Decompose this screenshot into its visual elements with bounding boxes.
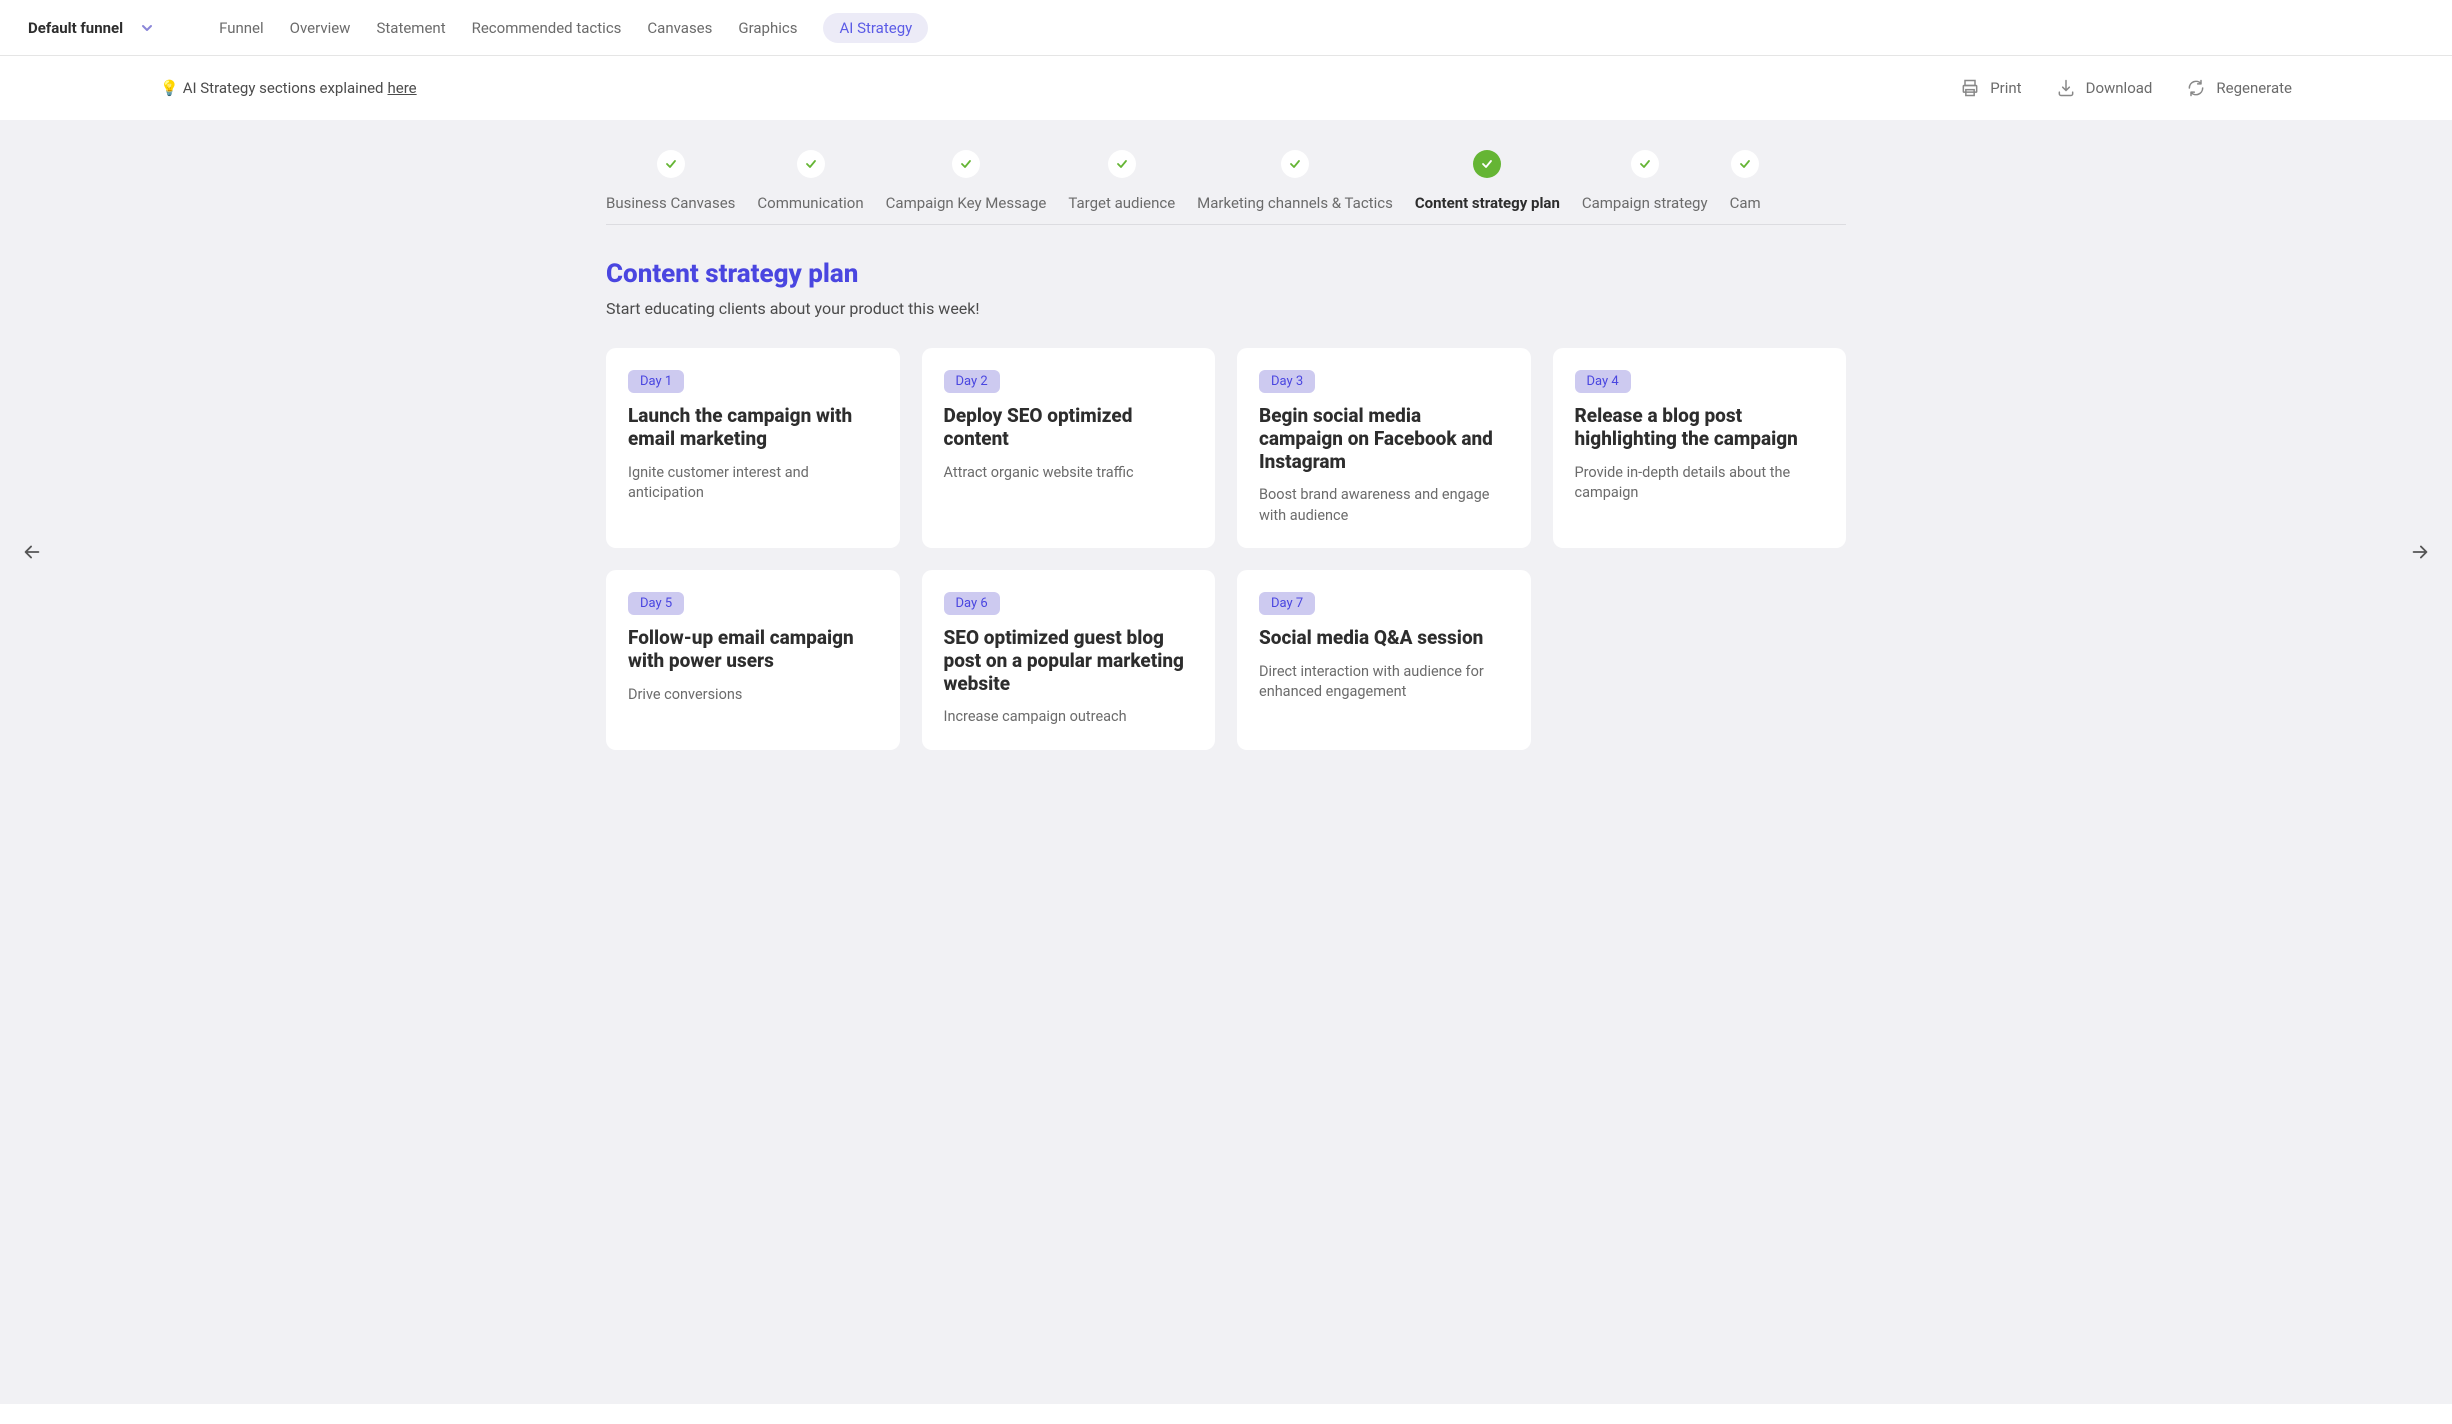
step-label: Content strategy plan	[1415, 194, 1560, 212]
main-tabs: Funnel Overview Statement Recommended ta…	[219, 13, 928, 43]
step-label: Communication	[757, 194, 863, 212]
card-desc: Boost brand awareness and engage with au…	[1259, 485, 1509, 526]
content-wrap: Business Canvases Communication Campaign…	[606, 150, 1846, 750]
actions: Print Download Regenerate	[1960, 78, 2292, 98]
day-badge: Day 4	[1575, 370, 1631, 393]
funnel-selector[interactable]: Default funnel	[28, 19, 153, 37]
card-desc: Ignite customer interest and anticipatio…	[628, 463, 878, 504]
step-label: Marketing channels & Tactics	[1197, 194, 1393, 212]
tab-overview[interactable]: Overview	[290, 13, 351, 43]
card-day-2[interactable]: Day 2 Deploy SEO optimized content Attra…	[922, 348, 1216, 548]
info-link[interactable]: here	[388, 79, 417, 97]
step-business-canvases[interactable]: Business Canvases	[606, 150, 735, 212]
day-badge: Day 7	[1259, 592, 1315, 615]
step-target-audience[interactable]: Target audience	[1068, 150, 1175, 212]
info-text-content: AI Strategy sections explained	[183, 79, 384, 97]
tab-ai-strategy[interactable]: AI Strategy	[823, 13, 928, 43]
step-label: Target audience	[1068, 194, 1175, 212]
card-day-7[interactable]: Day 7 Social media Q&A session Direct in…	[1237, 570, 1531, 750]
step-label: Cam	[1730, 194, 1761, 212]
card-day-1[interactable]: Day 1 Launch the campaign with email mar…	[606, 348, 900, 548]
card-day-3[interactable]: Day 3 Begin social media campaign on Fac…	[1237, 348, 1531, 548]
check-icon	[952, 150, 980, 178]
download-label: Download	[2086, 79, 2153, 97]
card-title: Release a blog post highlighting the cam…	[1575, 405, 1825, 451]
check-icon	[1281, 150, 1309, 178]
card-desc: Drive conversions	[628, 685, 878, 705]
card-day-4[interactable]: Day 4 Release a blog post highlighting t…	[1553, 348, 1847, 548]
day-badge: Day 6	[944, 592, 1000, 615]
regenerate-button[interactable]: Regenerate	[2186, 78, 2292, 98]
card-desc: Attract organic website traffic	[944, 463, 1194, 483]
day-badge: Day 1	[628, 370, 684, 393]
arrow-right-icon	[2409, 541, 2431, 563]
step-marketing-channels[interactable]: Marketing channels & Tactics	[1197, 150, 1393, 212]
card-title: SEO optimized guest blog post on a popul…	[944, 627, 1194, 695]
card-desc: Direct interaction with audience for enh…	[1259, 662, 1509, 703]
card-desc: Provide in-depth details about the campa…	[1575, 463, 1825, 504]
check-icon	[1473, 150, 1501, 178]
step-label: Campaign Key Message	[886, 194, 1047, 212]
card-desc: Increase campaign outreach	[944, 707, 1194, 727]
card-title: Begin social media campaign on Facebook …	[1259, 405, 1509, 473]
card-title: Follow-up email campaign with power user…	[628, 627, 878, 673]
check-icon	[1108, 150, 1136, 178]
day-badge: Day 3	[1259, 370, 1315, 393]
card-title: Social media Q&A session	[1259, 627, 1509, 650]
card-day-5[interactable]: Day 5 Follow-up email campaign with powe…	[606, 570, 900, 750]
section-subtitle: Start educating clients about your produ…	[606, 299, 1846, 318]
card-title: Deploy SEO optimized content	[944, 405, 1194, 451]
lightbulb-icon: 💡	[160, 79, 179, 97]
step-communication[interactable]: Communication	[757, 150, 863, 212]
funnel-selector-label: Default funnel	[28, 19, 123, 37]
prev-arrow[interactable]	[20, 540, 44, 564]
step-label: Campaign strategy	[1582, 194, 1708, 212]
day-badge: Day 5	[628, 592, 684, 615]
progress-steps: Business Canvases Communication Campaign…	[606, 150, 1846, 225]
tab-recommended-tactics[interactable]: Recommended tactics	[472, 13, 622, 43]
download-button[interactable]: Download	[2056, 78, 2153, 98]
refresh-icon	[2186, 78, 2206, 98]
check-icon	[657, 150, 685, 178]
check-icon	[797, 150, 825, 178]
download-icon	[2056, 78, 2076, 98]
check-icon	[1731, 150, 1759, 178]
section-title: Content strategy plan	[606, 259, 1846, 289]
step-campaign-key-message[interactable]: Campaign Key Message	[886, 150, 1047, 212]
step-label: Business Canvases	[606, 194, 735, 212]
top-bar: Default funnel Funnel Overview Statement…	[0, 0, 2452, 56]
card-day-6[interactable]: Day 6 SEO optimized guest blog post on a…	[922, 570, 1216, 750]
regenerate-label: Regenerate	[2216, 79, 2292, 97]
arrow-left-icon	[21, 541, 43, 563]
step-content-strategy[interactable]: Content strategy plan	[1415, 150, 1560, 212]
print-label: Print	[1990, 79, 2021, 97]
step-campaign-strategy[interactable]: Campaign strategy	[1582, 150, 1708, 212]
sub-bar: 💡 AI Strategy sections explained here Pr…	[0, 56, 2452, 120]
info-text: 💡 AI Strategy sections explained here	[160, 79, 417, 97]
tab-funnel[interactable]: Funnel	[219, 13, 264, 43]
main-area: Business Canvases Communication Campaign…	[0, 120, 2452, 1404]
step-cam-truncated[interactable]: Cam	[1730, 150, 1761, 212]
print-icon	[1960, 78, 1980, 98]
tab-canvases[interactable]: Canvases	[647, 13, 712, 43]
cards-grid: Day 1 Launch the campaign with email mar…	[606, 348, 1846, 750]
card-title: Launch the campaign with email marketing	[628, 405, 878, 451]
print-button[interactable]: Print	[1960, 78, 2021, 98]
check-icon	[1631, 150, 1659, 178]
tab-graphics[interactable]: Graphics	[738, 13, 797, 43]
tab-statement[interactable]: Statement	[376, 13, 445, 43]
next-arrow[interactable]	[2408, 540, 2432, 564]
chevron-down-icon	[141, 22, 153, 34]
day-badge: Day 2	[944, 370, 1000, 393]
